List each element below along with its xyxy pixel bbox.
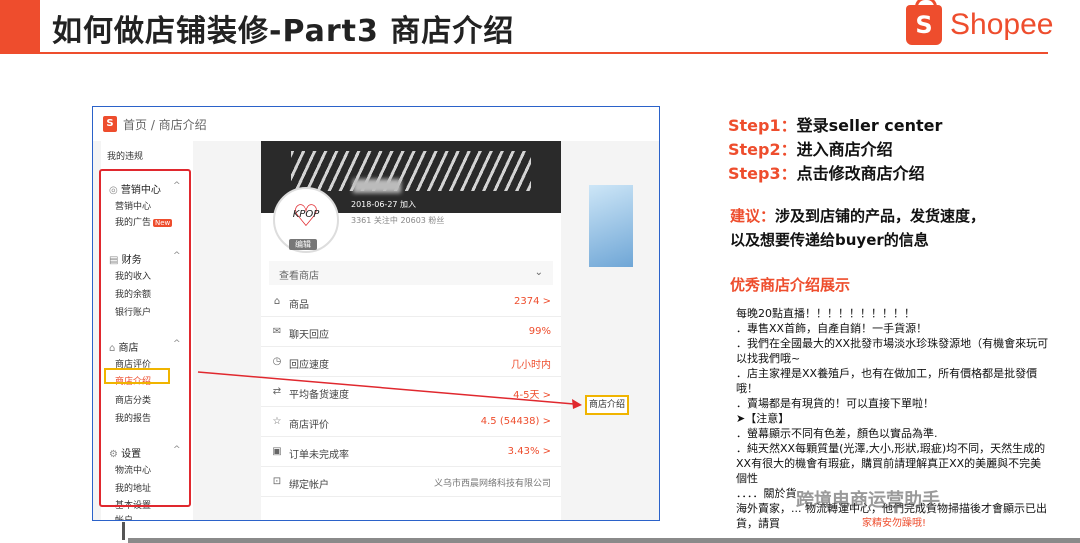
intro-line: ．賣場都是有現貨的！可以直接下單啦！ xyxy=(736,397,934,410)
watermark: 跨境电商运营助手 xyxy=(796,490,940,511)
edit-shop-intro-button[interactable]: 商店介绍 xyxy=(585,395,629,415)
shopee-small-icon: S xyxy=(103,116,117,132)
intro-line: 每晚20點直播！！！！！！！！！！ xyxy=(736,307,915,320)
stat-row-products[interactable]: ⌂ 商品 2374 > xyxy=(261,287,561,317)
shopee-logo: S Shopee xyxy=(906,0,1056,48)
order-icon: ▣ xyxy=(272,446,282,457)
link-icon: ⊡ xyxy=(272,476,282,487)
intro-line: ➤【注意】 xyxy=(736,412,790,425)
intro-line: ．專售XX首飾，自產自銷！一手貨源！ xyxy=(736,322,928,335)
step-1: Step1：登录seller center xyxy=(728,116,943,135)
slide: 如何做店铺装修-Part3 商店介绍 S Shopee S 首页 / 商店介绍 … xyxy=(0,0,1080,543)
step-2: Step2：进入商店介绍 xyxy=(728,140,893,159)
shop-icon: ⌂ xyxy=(273,296,281,307)
suggestion: 建议：涉及到店铺的产品，发货速度，以及想要传递给buyer的信息 xyxy=(730,207,986,249)
breadcrumb: S 首页 / 商店介绍 xyxy=(93,107,659,141)
product-thumbnail[interactable] xyxy=(589,185,633,267)
stat-row-chat: ✉ 聊天回应 99% xyxy=(261,317,561,347)
stat-row-prep[interactable]: ⇄ 平均备货速度 4-5天 > xyxy=(261,377,561,407)
chevron-icon: ⌄ xyxy=(534,267,543,278)
logo-text: Shopee xyxy=(950,8,1054,41)
clock-icon: ◷ xyxy=(272,356,282,367)
step-list: Step1：登录seller center Step2：进入商店介绍 Step3… xyxy=(728,114,942,186)
avatar-text: KPOP xyxy=(292,209,320,220)
bottom-bar xyxy=(128,538,1080,543)
intro-line: ．螢幕顯示不同有色差，顏色以實品為準. xyxy=(736,427,938,440)
title-divider xyxy=(0,52,1048,54)
view-shop-link[interactable]: 查看商店 ⌄ xyxy=(269,261,553,285)
blurred-shop-name xyxy=(353,179,401,193)
stat-row-unfinished[interactable]: ▣ 订单未完成率 3.43% > xyxy=(261,437,561,467)
shop-profile-panel: 2018-06-27 加入 3361 关注中 20603 粉丝 ♡ KPOP 编… xyxy=(261,141,561,520)
shopee-bag-icon: S xyxy=(906,0,942,45)
step-3: Step3：点击修改商店介绍 xyxy=(728,164,925,183)
shop-intro-highlight-box xyxy=(104,368,170,384)
truck-icon: ⇄ xyxy=(272,386,282,397)
page-title: 如何做店铺装修-Part3 商店介绍 xyxy=(52,14,515,49)
star-icon: ☆ xyxy=(272,416,282,427)
seller-center-screenshot: S 首页 / 商店介绍 我的违规 ◎ 营销中心 ^ 营销中心 我的广告 New ▤ … xyxy=(92,106,660,521)
follow-stats: 3361 关注中 20603 粉丝 xyxy=(351,216,445,225)
join-date: 2018-06-27 加入 xyxy=(351,200,417,209)
sidebar-highlight-box xyxy=(99,169,191,507)
watermark-caption: 家精安勿躁哦! xyxy=(862,518,927,529)
edit-avatar-button[interactable]: 编辑 xyxy=(289,239,317,250)
intro-line: ．純天然XX每顆質量(光澤,大小,形狀,瑕疵)均不同，天然生成的XX有很大的機會… xyxy=(736,442,1046,485)
chat-icon: ✉ xyxy=(272,326,282,337)
sidebar-item-violation[interactable]: 我的违规 xyxy=(107,149,143,162)
stat-row-response: ◷ 回应速度 几小时内 xyxy=(261,347,561,377)
stat-row-rating[interactable]: ☆ 商店评价 4.5 (54438) > xyxy=(261,407,561,437)
bottom-tick xyxy=(122,522,125,540)
stat-row-bound-account: ⊡ 绑定帐户 义乌市西晨网络科技有限公司 xyxy=(261,467,561,497)
title-accent-bar xyxy=(0,0,40,52)
intro-line: ．我們在全國最大的XX批發市場淡水珍珠發源地（有機會來玩可以找我們哦~ xyxy=(736,337,1049,365)
intro-line: ．店主家裡是XX養殖戶，也有在做加工，所有價格都是批發價哦！ xyxy=(736,367,1038,395)
sidebar-item-account[interactable]: 帐户 xyxy=(115,513,133,520)
breadcrumb-text[interactable]: 首页 / 商店介绍 xyxy=(123,116,207,133)
showcase-title: 优秀商店介绍展示 xyxy=(730,276,851,294)
